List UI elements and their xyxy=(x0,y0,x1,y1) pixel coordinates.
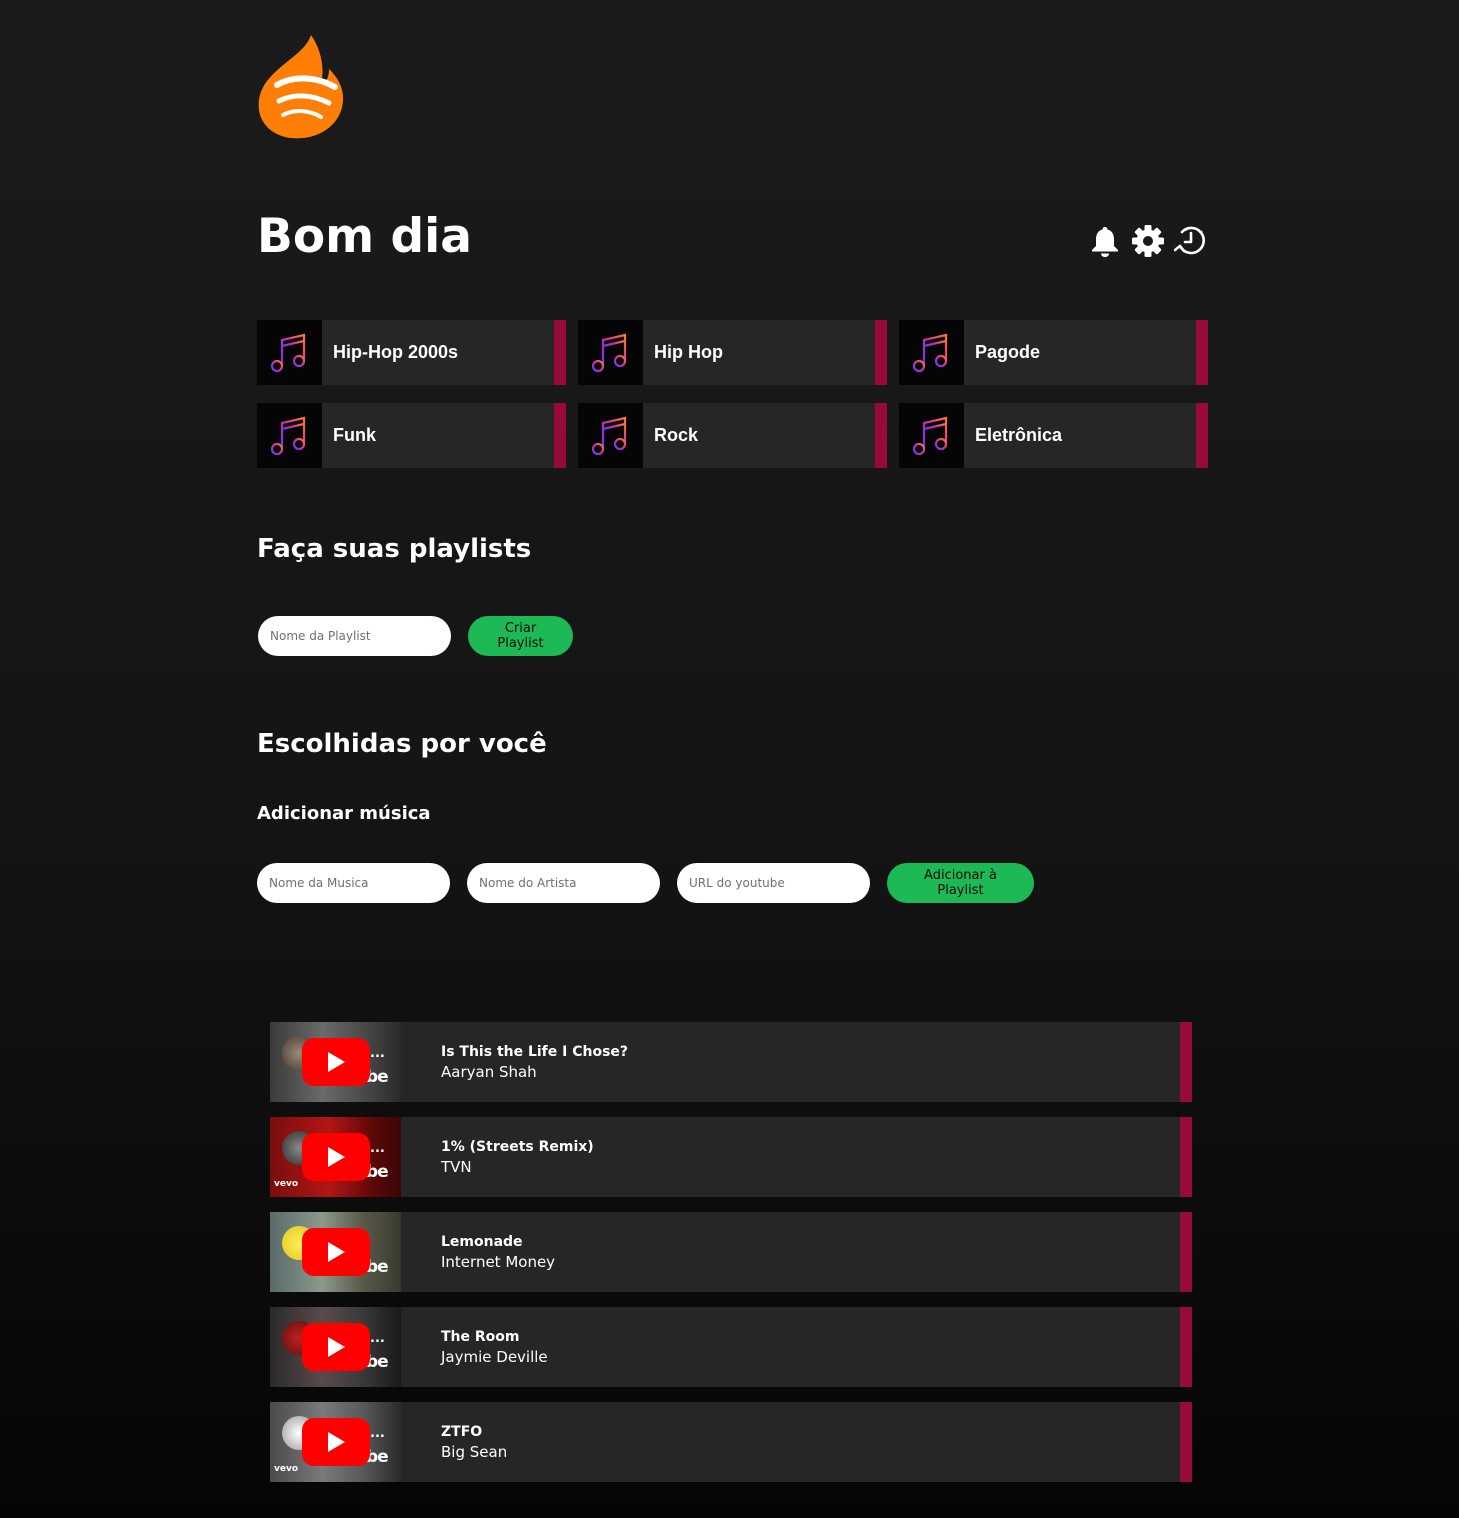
genre-card-hip-hop[interactable]: Hip Hop xyxy=(578,320,887,385)
genre-label: Rock xyxy=(654,425,699,445)
card-accent-bar xyxy=(1180,1307,1192,1387)
thumbnail-title-text: ... xyxy=(370,1046,385,1061)
thumbnail-title-text: ... xyxy=(370,1331,385,1346)
youtube-embed[interactable]: ... be xyxy=(270,1307,401,1387)
track-title: 1% (Streets Remix) xyxy=(441,1138,594,1155)
youtube-embed[interactable]: ... be vevo xyxy=(270,1402,401,1482)
add-music-title: Adicionar música xyxy=(257,803,431,824)
genre-grid: Hip-Hop 2000s Hip Hop Pagode Funk Rock E… xyxy=(257,320,1208,468)
track-list: ... be Is This the Life I Chose? Aaryan … xyxy=(270,1022,1192,1497)
youtube-play-icon[interactable] xyxy=(302,1133,370,1181)
track-info: ZTFO Big Sean xyxy=(441,1422,507,1463)
track-artist: Big Sean xyxy=(441,1442,508,1461)
card-accent-bar xyxy=(554,403,566,468)
music-note-icon xyxy=(899,403,964,468)
music-note-icon xyxy=(578,320,643,385)
music-note-icon xyxy=(578,403,643,468)
page: Bom dia Hip-Hop 2000s Hip Hop Pagode Fun… xyxy=(0,0,1459,1518)
youtube-url-input[interactable] xyxy=(677,863,870,903)
recommended-title: Escolhidas por você xyxy=(257,729,547,759)
music-note-icon xyxy=(899,320,964,385)
genre-label: Hip Hop xyxy=(654,342,723,362)
youtube-play-icon[interactable] xyxy=(302,1323,370,1371)
greeting-title: Bom dia xyxy=(257,209,472,264)
genre-label: Eletrônica xyxy=(975,425,1063,445)
genre-label: Hip-Hop 2000s xyxy=(333,342,459,362)
track-artist: Aaryan Shah xyxy=(441,1062,537,1081)
song-name-input[interactable] xyxy=(257,863,450,903)
track-row[interactable]: ... be The Room Jaymie Deville xyxy=(270,1307,1192,1387)
music-note-icon xyxy=(257,320,322,385)
card-accent-bar xyxy=(1180,1022,1192,1102)
genre-card-eletronica[interactable]: Eletrônica xyxy=(899,403,1208,468)
add-to-playlist-button[interactable]: Adicionar à Playlist xyxy=(887,863,1034,903)
track-info: Is This the Life I Chose? Aaryan Shah xyxy=(441,1042,628,1083)
card-accent-bar xyxy=(1196,320,1208,385)
track-info: 1% (Streets Remix) TVN xyxy=(441,1137,594,1178)
card-accent-bar xyxy=(875,320,887,385)
youtube-play-icon[interactable] xyxy=(302,1228,370,1276)
card-accent-bar xyxy=(1196,403,1208,468)
thumbnail-title-text: ... xyxy=(370,1426,385,1441)
youtube-embed[interactable]: ... be xyxy=(270,1022,401,1102)
card-accent-bar xyxy=(875,403,887,468)
genre-card-rock[interactable]: Rock xyxy=(578,403,887,468)
track-row[interactable]: ... be vevo ZTFO Big Sean xyxy=(270,1402,1192,1482)
bell-icon[interactable] xyxy=(1088,223,1122,259)
track-title: Is This the Life I Chose? xyxy=(441,1043,629,1060)
create-playlist-button[interactable]: Criar Playlist xyxy=(468,616,573,656)
card-accent-bar xyxy=(1180,1212,1192,1292)
youtube-embed[interactable]: be xyxy=(270,1212,401,1292)
card-accent-bar xyxy=(1180,1117,1192,1197)
youtube-embed[interactable]: ... be vevo xyxy=(270,1117,401,1197)
genre-label: Funk xyxy=(333,425,376,445)
header-actions xyxy=(1088,222,1208,260)
genre-card-hip-hop-2000s[interactable]: Hip-Hop 2000s xyxy=(257,320,566,385)
playlist-name-input[interactable] xyxy=(258,616,451,656)
youtube-play-icon[interactable] xyxy=(302,1038,370,1086)
create-playlist-title: Faça suas playlists xyxy=(257,534,532,564)
youtube-play-icon[interactable] xyxy=(302,1418,370,1466)
gear-icon[interactable] xyxy=(1131,223,1165,259)
artist-name-input[interactable] xyxy=(467,863,660,903)
vevo-badge: vevo xyxy=(274,1464,299,1474)
app-logo[interactable] xyxy=(255,33,345,141)
genre-card-funk[interactable]: Funk xyxy=(257,403,566,468)
track-artist: Jaymie Deville xyxy=(441,1347,548,1366)
card-accent-bar xyxy=(1180,1402,1192,1482)
thumbnail-title-text: ... xyxy=(370,1141,385,1156)
track-row[interactable]: ... be vevo 1% (Streets Remix) TVN xyxy=(270,1117,1192,1197)
card-accent-bar xyxy=(554,320,566,385)
track-artist: Internet Money xyxy=(441,1252,556,1271)
track-title: Lemonade xyxy=(441,1233,523,1250)
genre-card-pagode[interactable]: Pagode xyxy=(899,320,1208,385)
track-title: The Room xyxy=(441,1328,520,1345)
track-title: ZTFO xyxy=(441,1423,483,1440)
track-info: Lemonade Internet Money xyxy=(441,1232,555,1273)
track-info: The Room Jaymie Deville xyxy=(441,1327,548,1368)
track-artist: TVN xyxy=(441,1157,472,1176)
history-icon[interactable] xyxy=(1174,223,1208,259)
vevo-badge: vevo xyxy=(274,1179,299,1189)
music-note-icon xyxy=(257,403,322,468)
track-row[interactable]: ... be Is This the Life I Chose? Aaryan … xyxy=(270,1022,1192,1102)
track-row[interactable]: be Lemonade Internet Money xyxy=(270,1212,1192,1292)
genre-label: Pagode xyxy=(975,342,1041,362)
